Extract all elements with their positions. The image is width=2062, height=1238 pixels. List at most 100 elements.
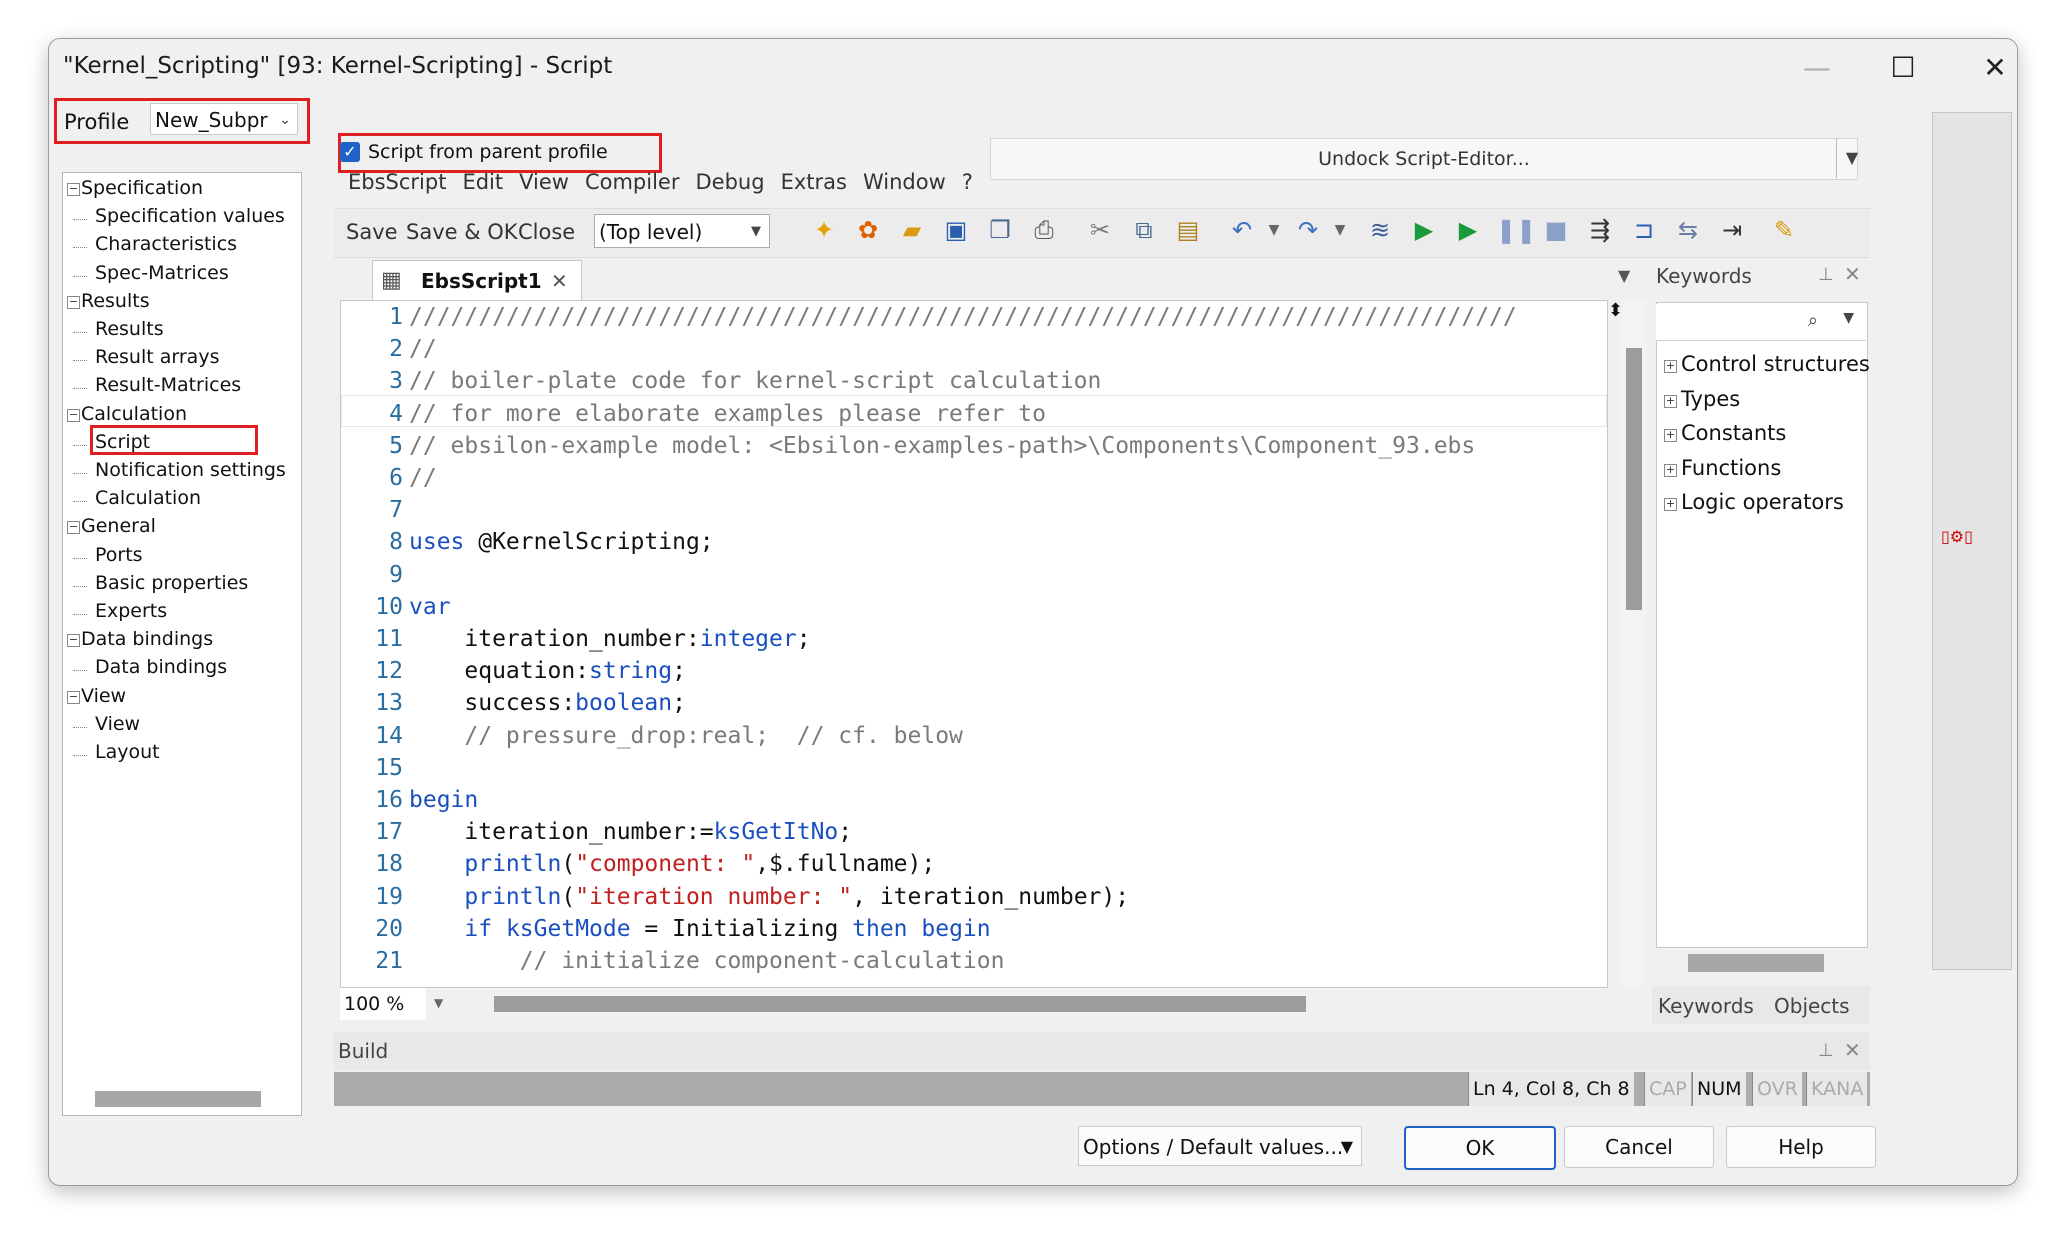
run-to-cursor-icon[interactable]: ⇥ bbox=[1716, 214, 1748, 246]
menu-item[interactable]: Extras bbox=[773, 170, 855, 194]
undo-icon[interactable]: ↶ bbox=[1226, 214, 1258, 246]
menu-item[interactable]: Window bbox=[855, 170, 954, 194]
keyword-category[interactable]: + Control structures bbox=[1664, 352, 1870, 376]
tree-group[interactable]: − Results bbox=[63, 290, 299, 318]
step-over-icon[interactable]: ⊐ bbox=[1628, 214, 1660, 246]
tab-ebsscript1[interactable]: ▦ EbsScript1 ✕ bbox=[372, 260, 582, 301]
step-into-icon[interactable]: ⇶ bbox=[1584, 214, 1616, 246]
menu-item[interactable]: Debug bbox=[688, 170, 773, 194]
tree-item[interactable]: Result arrays bbox=[63, 346, 299, 374]
help-button[interactable]: Help bbox=[1726, 1126, 1876, 1168]
dropdown-arrow-icon[interactable]: ▼ bbox=[1836, 138, 1867, 178]
compile-icon[interactable]: ≋ bbox=[1364, 214, 1396, 246]
run-step-icon[interactable]: ▶ bbox=[1452, 214, 1484, 246]
tree-item[interactable]: View bbox=[63, 713, 299, 741]
close-editor-button[interactable]: Close bbox=[518, 220, 575, 244]
panel-close-icon[interactable]: ✕ bbox=[1844, 262, 1861, 286]
expand-icon[interactable]: + bbox=[1664, 463, 1677, 477]
tab-close-icon[interactable]: ✕ bbox=[551, 261, 568, 301]
tree-item[interactable]: Basic properties bbox=[63, 572, 299, 600]
save-ok-button[interactable]: Save & OK bbox=[406, 220, 518, 244]
paste-icon[interactable]: ▤ bbox=[1172, 214, 1204, 246]
pin-icon[interactable]: ⊥ bbox=[1818, 1040, 1834, 1061]
menu-item[interactable]: Edit bbox=[454, 170, 511, 194]
menu-item[interactable]: ? bbox=[954, 170, 981, 194]
expand-icon[interactable]: + bbox=[1664, 498, 1677, 511]
save-icon[interactable]: ▣ bbox=[940, 214, 972, 246]
search-icon[interactable]: ⌕ bbox=[1808, 310, 1818, 331]
keyword-category[interactable]: + Types bbox=[1664, 387, 1740, 411]
zoom-dropdown-icon[interactable]: ▼ bbox=[434, 996, 443, 1010]
save-button[interactable]: Save bbox=[346, 220, 398, 244]
options-default-values-dropdown[interactable]: Options / Default values... ▼ bbox=[1078, 1126, 1362, 1166]
pin-icon[interactable]: ⊥ bbox=[1818, 264, 1834, 285]
tab-keywords[interactable]: Keywords bbox=[1658, 994, 1754, 1018]
tree-group[interactable]: − Data bindings bbox=[63, 628, 299, 656]
open-folder-icon[interactable]: ▰ bbox=[896, 214, 928, 246]
keyword-category[interactable]: + Logic operators bbox=[1664, 490, 1844, 514]
ok-button[interactable]: OK bbox=[1404, 1126, 1556, 1170]
menu-item[interactable]: View bbox=[511, 170, 577, 194]
print-icon[interactable]: ⎙ bbox=[1028, 214, 1060, 246]
new-project-icon[interactable]: ✿ bbox=[852, 214, 884, 246]
collapse-icon[interactable]: − bbox=[67, 408, 80, 422]
level-select[interactable]: (Top level) ▼ bbox=[594, 214, 770, 248]
keywords-search-input[interactable]: ⌕ ▼ bbox=[1656, 304, 1866, 341]
code-editor[interactable]: 1///////////////////////////////////////… bbox=[340, 300, 1608, 988]
tree-item[interactable]: Results bbox=[63, 318, 299, 346]
copy-icon[interactable]: ⧉ bbox=[1128, 214, 1160, 246]
tree-item[interactable]: Calculation bbox=[63, 487, 299, 515]
tree-item[interactable]: Experts bbox=[63, 600, 299, 628]
cut-icon[interactable]: ✂ bbox=[1084, 214, 1116, 246]
tree-item[interactable]: Data bindings bbox=[63, 656, 299, 684]
script-from-parent-checkbox[interactable]: ✓ Script from parent profile bbox=[340, 141, 608, 163]
chevron-down-icon[interactable]: ▼ bbox=[1843, 310, 1854, 326]
editor-horizontal-scroll-thumb[interactable] bbox=[494, 996, 1306, 1012]
tree-item[interactable]: Notification settings bbox=[63, 459, 299, 487]
tab-list-dropdown-icon[interactable]: ▼ bbox=[1618, 266, 1630, 285]
expand-icon[interactable]: + bbox=[1664, 429, 1677, 442]
tree-item[interactable]: Result-Matrices bbox=[63, 374, 299, 402]
tree-item[interactable]: Layout bbox=[63, 741, 299, 769]
maximize-button[interactable]: ☐ bbox=[1881, 47, 1925, 87]
menu-item[interactable]: Compiler bbox=[577, 170, 688, 194]
collapse-icon[interactable]: − bbox=[67, 690, 80, 704]
tree-group[interactable]: − General bbox=[63, 515, 299, 543]
tree-item[interactable]: Ports bbox=[63, 544, 299, 572]
collapse-icon[interactable]: − bbox=[67, 295, 80, 309]
edit-folder-icon[interactable]: ✎ bbox=[1768, 214, 1800, 246]
tab-objects[interactable]: Objects bbox=[1774, 994, 1850, 1018]
close-button[interactable]: ✕ bbox=[1973, 47, 2017, 87]
expand-icon[interactable]: + bbox=[1664, 394, 1677, 408]
undo-dropdown-icon[interactable]: ▼ bbox=[1258, 214, 1290, 246]
editor-vertical-scroll-thumb[interactable] bbox=[1626, 348, 1642, 610]
tree-horizontal-scroll-thumb[interactable] bbox=[95, 1091, 261, 1107]
expand-icon[interactable]: + bbox=[1664, 360, 1677, 373]
pause-icon[interactable]: ❚❚ bbox=[1496, 214, 1536, 246]
keywords-horizontal-scroll-thumb[interactable] bbox=[1688, 954, 1824, 972]
tree-item[interactable]: Specification values bbox=[63, 205, 299, 233]
stop-icon[interactable]: ■ bbox=[1540, 214, 1572, 246]
tree-group[interactable]: − View bbox=[63, 685, 299, 713]
zoom-level[interactable]: 100 % bbox=[340, 988, 426, 1020]
keyword-category[interactable]: + Constants bbox=[1664, 421, 1786, 445]
keyword-category[interactable]: + Functions bbox=[1664, 456, 1781, 480]
split-handle-icon[interactable]: ⬍ bbox=[1608, 300, 1623, 321]
panel-close-icon[interactable]: ✕ bbox=[1844, 1038, 1861, 1062]
profile-select[interactable]: New_Subpr ⌄ bbox=[150, 103, 298, 135]
undock-script-editor-button[interactable]: Undock Script-Editor... bbox=[990, 138, 1858, 180]
collapse-icon[interactable]: − bbox=[67, 183, 80, 196]
collapse-icon[interactable]: − bbox=[67, 634, 80, 648]
step-out-icon[interactable]: ⇆ bbox=[1672, 214, 1704, 246]
save-all-icon[interactable]: ❐ bbox=[984, 214, 1016, 246]
tree-item[interactable]: Characteristics bbox=[63, 233, 299, 261]
menu-item[interactable]: EbsScript bbox=[340, 170, 454, 194]
new-file-icon[interactable]: ✦ bbox=[808, 214, 840, 246]
redo-icon[interactable]: ↷ bbox=[1292, 214, 1324, 246]
tree-group[interactable]: − Specification bbox=[63, 177, 299, 205]
tree-item[interactable]: Spec-Matrices bbox=[63, 262, 299, 290]
redo-dropdown-icon[interactable]: ▼ bbox=[1324, 214, 1356, 246]
collapse-icon[interactable]: − bbox=[67, 521, 80, 535]
minimize-button[interactable]: — bbox=[1795, 47, 1839, 87]
run-icon[interactable]: ▶ bbox=[1408, 214, 1440, 246]
